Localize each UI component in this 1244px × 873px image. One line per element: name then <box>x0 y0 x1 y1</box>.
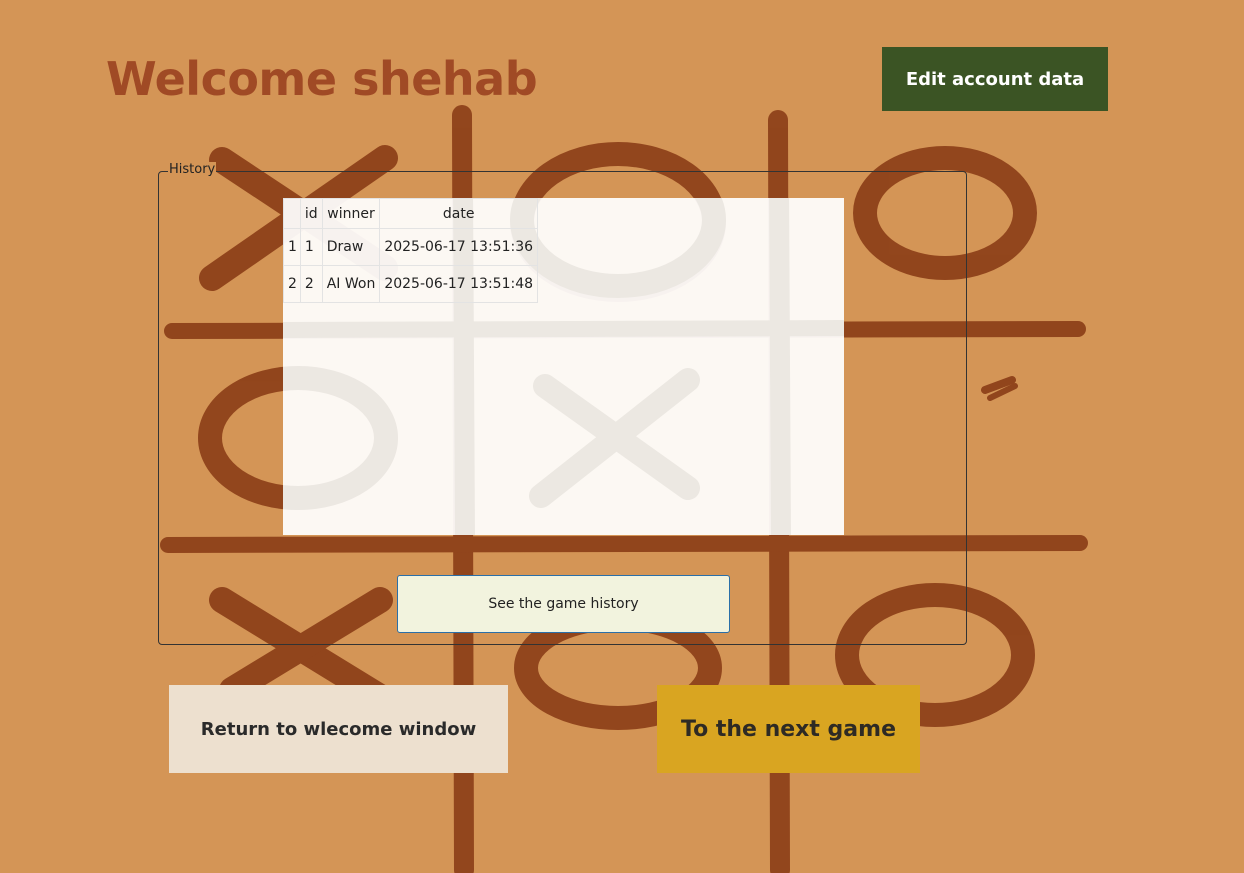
see-game-history-button[interactable]: See the game history <box>397 575 730 633</box>
column-header-date[interactable]: date <box>379 198 539 229</box>
cell-id[interactable]: 1 <box>299 228 323 266</box>
row-number[interactable]: 1 <box>283 228 301 266</box>
history-table: id winner date 1 1 Draw 2025-06-17 13:51… <box>283 198 539 303</box>
next-game-button[interactable]: To the next game <box>657 685 920 773</box>
column-header-row-number[interactable] <box>283 198 301 229</box>
table-row[interactable]: 2 2 AI Won 2025-06-17 13:51:48 <box>283 265 539 303</box>
column-header-id[interactable]: id <box>299 198 323 229</box>
cell-date[interactable]: 2025-06-17 13:51:36 <box>379 228 539 266</box>
cell-date[interactable]: 2025-06-17 13:51:48 <box>379 265 539 303</box>
cell-winner[interactable]: AI Won <box>321 265 381 303</box>
table-header-row: id winner date <box>283 198 539 229</box>
edit-account-button[interactable]: Edit account data <box>882 47 1108 111</box>
table-row[interactable]: 1 1 Draw 2025-06-17 13:51:36 <box>283 228 539 266</box>
cell-winner[interactable]: Draw <box>321 228 381 266</box>
cell-id[interactable]: 2 <box>299 265 323 303</box>
welcome-title: Welcome shehab <box>106 52 538 106</box>
history-table-view[interactable]: id winner date 1 1 Draw 2025-06-17 13:51… <box>283 198 844 535</box>
row-number[interactable]: 2 <box>283 265 301 303</box>
return-to-welcome-button[interactable]: Return to wlecome window <box>169 685 508 773</box>
history-legend: History <box>168 162 217 178</box>
column-header-winner[interactable]: winner <box>321 198 381 229</box>
